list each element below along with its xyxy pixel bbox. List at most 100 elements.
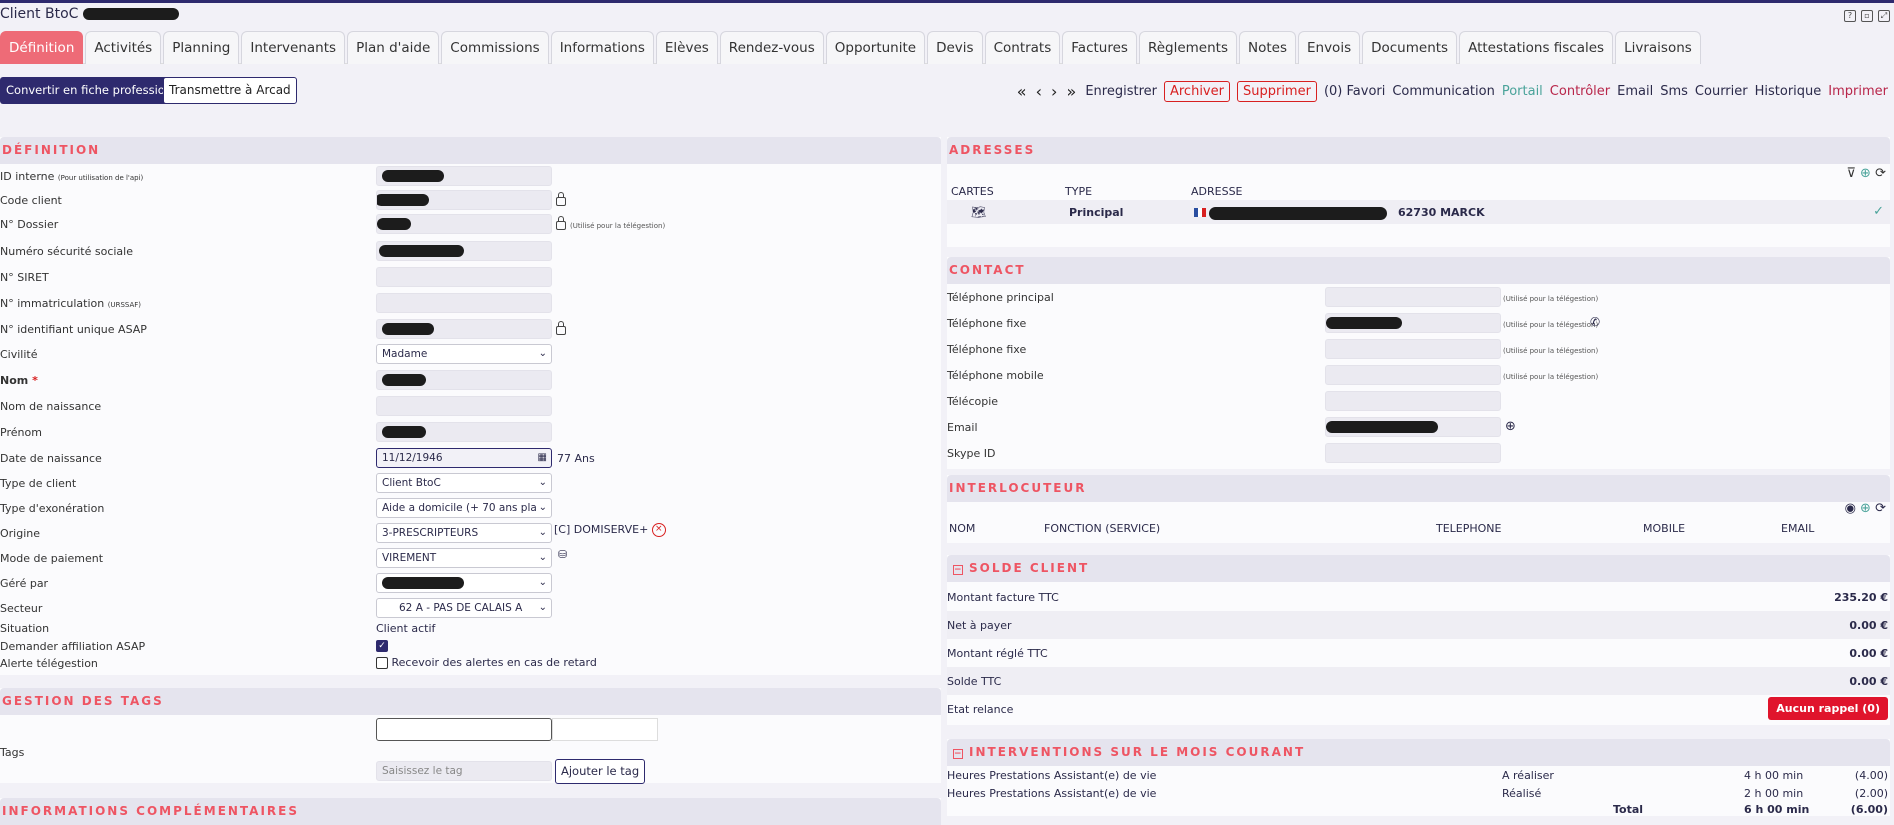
fullscreen-icon[interactable]: ⤢ bbox=[1878, 10, 1890, 22]
imprimer-button[interactable]: Imprimer bbox=[1828, 84, 1888, 99]
lock-icon[interactable] bbox=[556, 321, 566, 335]
chevron-down-icon: ⌄ bbox=[538, 527, 547, 538]
type-exo-select[interactable]: Aide a domicile (+ 70 ans pla ⌄ bbox=[376, 498, 552, 518]
archive-button[interactable]: Archiver bbox=[1163, 81, 1230, 102]
solde-panel: − SOLDE CLIENT Montant facture TTC 235.20 … bbox=[947, 555, 1890, 725]
tab-item[interactable]: Commissions bbox=[441, 31, 549, 64]
alerte-label: Alerte télégestion bbox=[0, 657, 98, 670]
tab-item[interactable]: Intervenants bbox=[241, 31, 346, 64]
record-navigation[interactable]: « ‹ › » bbox=[1017, 82, 1079, 101]
lock-icon[interactable] bbox=[556, 216, 566, 230]
save-button[interactable]: Enregistrer bbox=[1085, 84, 1157, 99]
civilite-select[interactable]: Madame ⌄ bbox=[376, 344, 552, 364]
calendar-icon[interactable]: ▦ bbox=[538, 449, 547, 467]
relance-button[interactable]: Aucun rappel (0) bbox=[1768, 697, 1888, 720]
bank-icon[interactable]: ⛁ bbox=[558, 548, 567, 561]
sms-button[interactable]: Sms bbox=[1660, 84, 1688, 99]
paiement-select[interactable]: VIREMENT ⌄ bbox=[376, 548, 552, 568]
tab-item[interactable]: Attestations fiscales bbox=[1459, 31, 1614, 64]
tab-item[interactable]: Activités bbox=[85, 31, 162, 64]
tag-input[interactable]: Saisissez le tag bbox=[376, 761, 552, 781]
refresh-icon[interactable]: ⟳ bbox=[1875, 166, 1886, 181]
add-icon[interactable]: ⊕ bbox=[1860, 166, 1871, 181]
origine-select[interactable]: 3-PRESCRIPTEURS ⌄ bbox=[376, 523, 552, 543]
tab-item[interactable]: Contrats bbox=[984, 31, 1061, 64]
portail-button[interactable]: Portail bbox=[1502, 84, 1543, 99]
redacted-client-name bbox=[82, 8, 179, 20]
eye-icon[interactable]: ◉ bbox=[1845, 501, 1856, 516]
tab-item[interactable]: Plan d'aide bbox=[347, 31, 440, 64]
historique-button[interactable]: Historique bbox=[1755, 84, 1822, 99]
col-cartes: CARTES bbox=[951, 185, 994, 198]
collapse-icon[interactable]: − bbox=[953, 749, 963, 759]
tab-item[interactable]: Livraisons bbox=[1615, 31, 1701, 64]
tab-item[interactable]: Planning bbox=[163, 31, 240, 64]
contact-field[interactable] bbox=[1325, 417, 1501, 437]
courrier-button[interactable]: Courrier bbox=[1695, 84, 1748, 99]
tags-input[interactable] bbox=[376, 718, 552, 741]
phone-icon[interactable]: ✆ bbox=[1590, 315, 1600, 329]
infos-panel: INFORMATIONS COMPLÉMENTAIRES bbox=[0, 798, 941, 825]
flag-icon bbox=[1194, 208, 1206, 217]
date-naissance-field[interactable]: 11/12/1946 ▦ bbox=[376, 448, 552, 468]
tab-item[interactable]: Rendez-vous bbox=[719, 31, 824, 64]
contact-header: CONTACT bbox=[947, 257, 1890, 284]
chevron-down-icon: ⌄ bbox=[538, 502, 547, 513]
contact-field[interactable] bbox=[1325, 391, 1501, 411]
filter-icon[interactable]: ⊽ bbox=[1846, 166, 1856, 181]
refresh-icon[interactable]: ⟳ bbox=[1875, 501, 1886, 516]
alerte-checkbox[interactable] bbox=[376, 657, 388, 669]
contact-field[interactable] bbox=[1325, 313, 1501, 333]
communication-button[interactable]: Communication bbox=[1392, 84, 1494, 99]
secu-field[interactable] bbox=[376, 241, 552, 261]
type-client-label: Type de client bbox=[0, 477, 77, 490]
add-email-icon[interactable]: ⊕ bbox=[1505, 419, 1516, 434]
tab-item[interactable]: Devis bbox=[927, 31, 983, 64]
nom-naissance-field[interactable] bbox=[376, 396, 552, 416]
affiliation-checkbox[interactable]: ✓ bbox=[376, 640, 388, 652]
contact-field[interactable] bbox=[1325, 287, 1501, 307]
nom-field[interactable] bbox=[376, 370, 552, 390]
email-button[interactable]: Email bbox=[1617, 84, 1653, 99]
solde-header[interactable]: − SOLDE CLIENT bbox=[947, 555, 1890, 582]
tags-label: Tags bbox=[0, 746, 25, 759]
add-icon[interactable]: ⊕ bbox=[1860, 501, 1871, 516]
tab-item[interactable]: Factures bbox=[1062, 31, 1137, 64]
secteur-select[interactable]: 62 A - PAS DE CALAIS A ⌄ bbox=[376, 598, 552, 618]
tab-item[interactable]: Informations bbox=[550, 31, 654, 64]
transmit-arcad-button[interactable]: Transmettre à Arcad bbox=[163, 77, 297, 104]
help-icon[interactable]: ? bbox=[1844, 10, 1856, 22]
contact-hint: (Utilisé pour la télégestion) bbox=[1503, 295, 1599, 303]
remove-icon[interactable]: × bbox=[651, 523, 666, 537]
dossier-label: N° Dossier bbox=[0, 218, 59, 231]
type-client-select[interactable]: Client BtoC ⌄ bbox=[376, 473, 552, 493]
favori-button[interactable]: (0) Favori bbox=[1324, 84, 1385, 99]
gere-select[interactable]: ⌄ bbox=[376, 573, 552, 593]
contact-field[interactable] bbox=[1325, 365, 1501, 385]
tab-item[interactable]: Opportunite bbox=[825, 31, 926, 64]
collapse-icon[interactable]: − bbox=[953, 565, 963, 575]
immat-field[interactable] bbox=[376, 293, 552, 313]
tab-item[interactable]: Notes bbox=[1238, 31, 1296, 64]
siret-field[interactable] bbox=[376, 267, 552, 287]
delete-button[interactable]: Supprimer bbox=[1236, 81, 1317, 102]
contact-field[interactable] bbox=[1325, 339, 1501, 359]
intervention-count: (4.00) bbox=[1854, 769, 1888, 782]
tab-item[interactable]: Définition bbox=[0, 31, 84, 64]
intervention-label: Heures Prestations Assistant(e) de vie bbox=[947, 769, 1157, 782]
tab-item[interactable]: Elèves bbox=[655, 31, 718, 64]
prenom-field[interactable] bbox=[376, 422, 552, 442]
tab-item[interactable]: Documents bbox=[1362, 31, 1458, 64]
alerte-option[interactable]: Recevoir des alertes en cas de retard bbox=[376, 656, 597, 669]
window-controls: ? ▫ ⤢ bbox=[1844, 10, 1890, 22]
tab-item[interactable]: Règlements bbox=[1138, 31, 1237, 64]
add-tag-button[interactable]: Ajouter le tag bbox=[555, 759, 646, 784]
controler-button[interactable]: Contrôler bbox=[1550, 84, 1610, 99]
map-icon[interactable]: 🗺 bbox=[971, 205, 986, 219]
restore-icon[interactable]: ▫ bbox=[1861, 10, 1873, 22]
interventions-header[interactable]: − INTERVENTIONS SUR LE MOIS COURANT bbox=[947, 739, 1890, 766]
lock-icon[interactable] bbox=[556, 192, 566, 206]
tab-item[interactable]: Envois bbox=[1297, 31, 1361, 64]
redacted-street bbox=[1209, 207, 1387, 223]
contact-field[interactable] bbox=[1325, 443, 1501, 463]
